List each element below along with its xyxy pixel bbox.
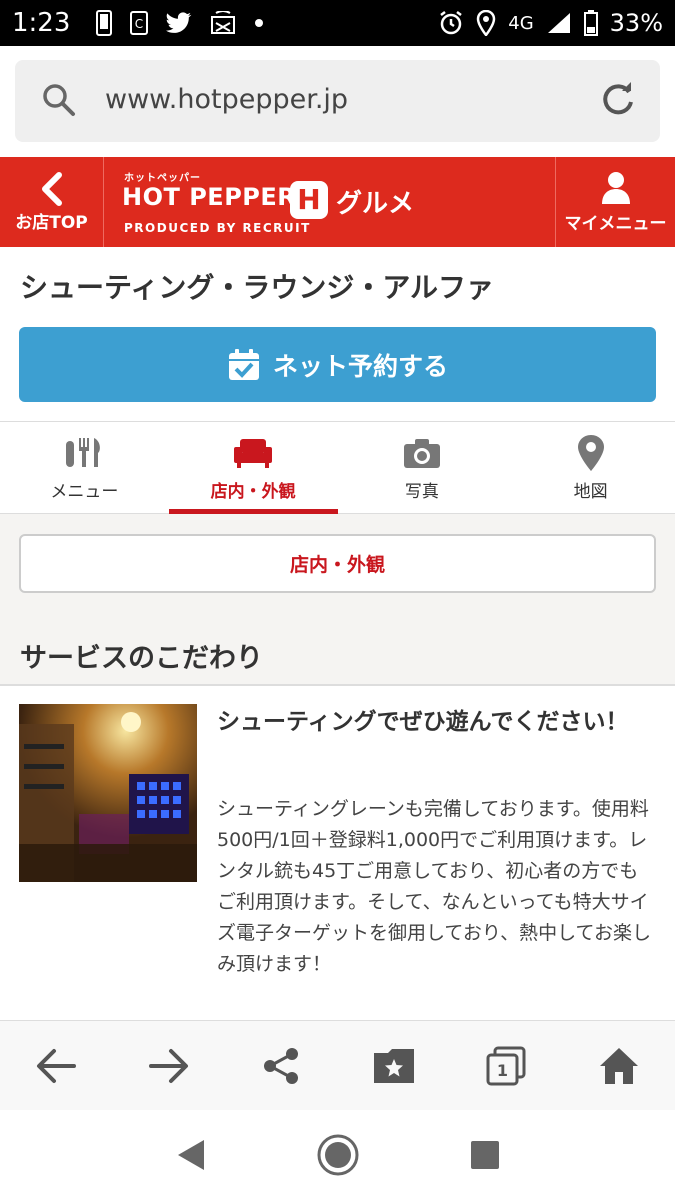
interior-exterior-button-label: 店内・外観 bbox=[289, 554, 385, 576]
phone-icon bbox=[96, 10, 113, 36]
location-icon bbox=[476, 10, 496, 36]
status-right: 4G 33% bbox=[438, 9, 663, 37]
logo-gourmet-text: グルメ bbox=[336, 189, 415, 219]
address-bar[interactable]: www.hotpepper.jp bbox=[15, 60, 660, 142]
share-button[interactable] bbox=[251, 1036, 311, 1096]
share-icon bbox=[264, 1047, 299, 1084]
site-header: お店TOP ホットペッパー HOT PEPPER H グルメ PRODUCED … bbox=[0, 157, 675, 247]
shop-tabs: メニュー 店内・外観 写真 地図 bbox=[0, 421, 675, 514]
arrow-left-icon bbox=[37, 1048, 77, 1083]
shop-top-button[interactable]: お店TOP bbox=[0, 157, 104, 247]
shop-top-label: お店TOP bbox=[15, 212, 88, 233]
status-time: 1:23 bbox=[12, 8, 71, 38]
section-title: サービスのこだわり bbox=[20, 643, 263, 674]
tab-photos-label: 写真 bbox=[404, 482, 439, 502]
net-reserve-button[interactable]: ネット予約する bbox=[19, 327, 656, 402]
map-pin-icon bbox=[577, 435, 604, 471]
nav-home-icon[interactable] bbox=[316, 1133, 360, 1177]
logo-produced-text: PRODUCED BY RECRUIT bbox=[124, 221, 311, 235]
camera-icon bbox=[403, 439, 440, 468]
shop-name: シューティング・ラウンジ・アルファ bbox=[20, 271, 495, 304]
arrow-right-icon bbox=[148, 1048, 188, 1083]
browser-toolbar: 1 bbox=[0, 1020, 675, 1110]
logo-h-mark: H bbox=[290, 181, 328, 219]
service-photo[interactable] bbox=[19, 704, 197, 882]
net-reserve-label: ネット予約する bbox=[272, 351, 448, 381]
calendar-check-icon bbox=[228, 348, 259, 380]
tabs-button[interactable]: 1 bbox=[476, 1036, 536, 1096]
search-icon bbox=[43, 84, 75, 116]
dot-icon bbox=[255, 19, 264, 27]
svg-text:C: C bbox=[135, 17, 143, 31]
interior-exterior-button[interactable]: 店内・外観 bbox=[19, 534, 656, 593]
status-bar: 1:23 C 4G 33% bbox=[0, 0, 675, 46]
tab-count: 1 bbox=[497, 1061, 508, 1080]
my-menu-button[interactable]: マイメニュー bbox=[555, 157, 675, 247]
signal-icon bbox=[547, 13, 570, 33]
tab-map[interactable]: 地図 bbox=[506, 422, 675, 513]
chevron-left-icon bbox=[41, 171, 62, 206]
back-button[interactable] bbox=[26, 1036, 86, 1096]
home-icon bbox=[599, 1047, 638, 1084]
tab-menu-label: メニュー bbox=[50, 482, 119, 502]
logo-small-text: ホットペッパー bbox=[124, 173, 201, 184]
bookmarks-button[interactable] bbox=[364, 1036, 424, 1096]
nav-recents-icon[interactable] bbox=[470, 1140, 500, 1170]
android-navigation-bar bbox=[0, 1110, 675, 1200]
battery-icon bbox=[583, 10, 598, 36]
main-content: 店内・外観 サービスのこだわり シューティングでぜひ遊んでください！ シューティ… bbox=[0, 514, 675, 1020]
logo-main-text: HOT PEPPER bbox=[122, 183, 297, 211]
reload-icon[interactable] bbox=[598, 80, 638, 120]
my-menu-label: マイメニュー bbox=[564, 213, 667, 234]
alarm-icon bbox=[440, 11, 462, 35]
user-icon bbox=[601, 171, 630, 204]
tabs-icon: 1 bbox=[486, 1046, 526, 1085]
tab-interior-exterior[interactable]: 店内・外観 bbox=[168, 422, 338, 514]
service-heading: シューティングでぜひ遊んでください！ bbox=[217, 709, 629, 735]
app-notification-icon: C bbox=[130, 11, 149, 35]
notification-icons: C bbox=[96, 10, 264, 36]
browser-address-area: www.hotpepper.jp bbox=[0, 46, 675, 156]
sofa-icon bbox=[234, 439, 273, 468]
nav-back-icon[interactable] bbox=[176, 1138, 206, 1172]
hotpepper-logo[interactable]: ホットペッパー HOT PEPPER H グルメ PRODUCED BY REC… bbox=[104, 157, 555, 247]
cutlery-icon bbox=[66, 438, 101, 467]
tab-interior-exterior-label: 店内・外観 bbox=[210, 482, 296, 502]
twitter-icon bbox=[166, 12, 192, 33]
tab-photos[interactable]: 写真 bbox=[338, 422, 507, 513]
tab-map-label: 地図 bbox=[573, 482, 608, 502]
home-button[interactable] bbox=[589, 1036, 649, 1096]
url-text[interactable]: www.hotpepper.jp bbox=[105, 84, 348, 115]
battery-level: 33% bbox=[609, 9, 663, 37]
forward-button[interactable] bbox=[139, 1036, 199, 1096]
bookmark-folder-icon bbox=[373, 1048, 414, 1083]
cast-icon bbox=[211, 11, 236, 34]
tab-menu[interactable]: メニュー bbox=[0, 422, 169, 513]
network-type: 4G bbox=[508, 12, 534, 34]
service-description: シューティングレーンも完備しております。使用料500円/1回＋登録料1,000円… bbox=[217, 798, 651, 975]
service-card: シューティングでぜひ遊んでください！ シューティングレーンも完備しております。使… bbox=[0, 686, 675, 1020]
